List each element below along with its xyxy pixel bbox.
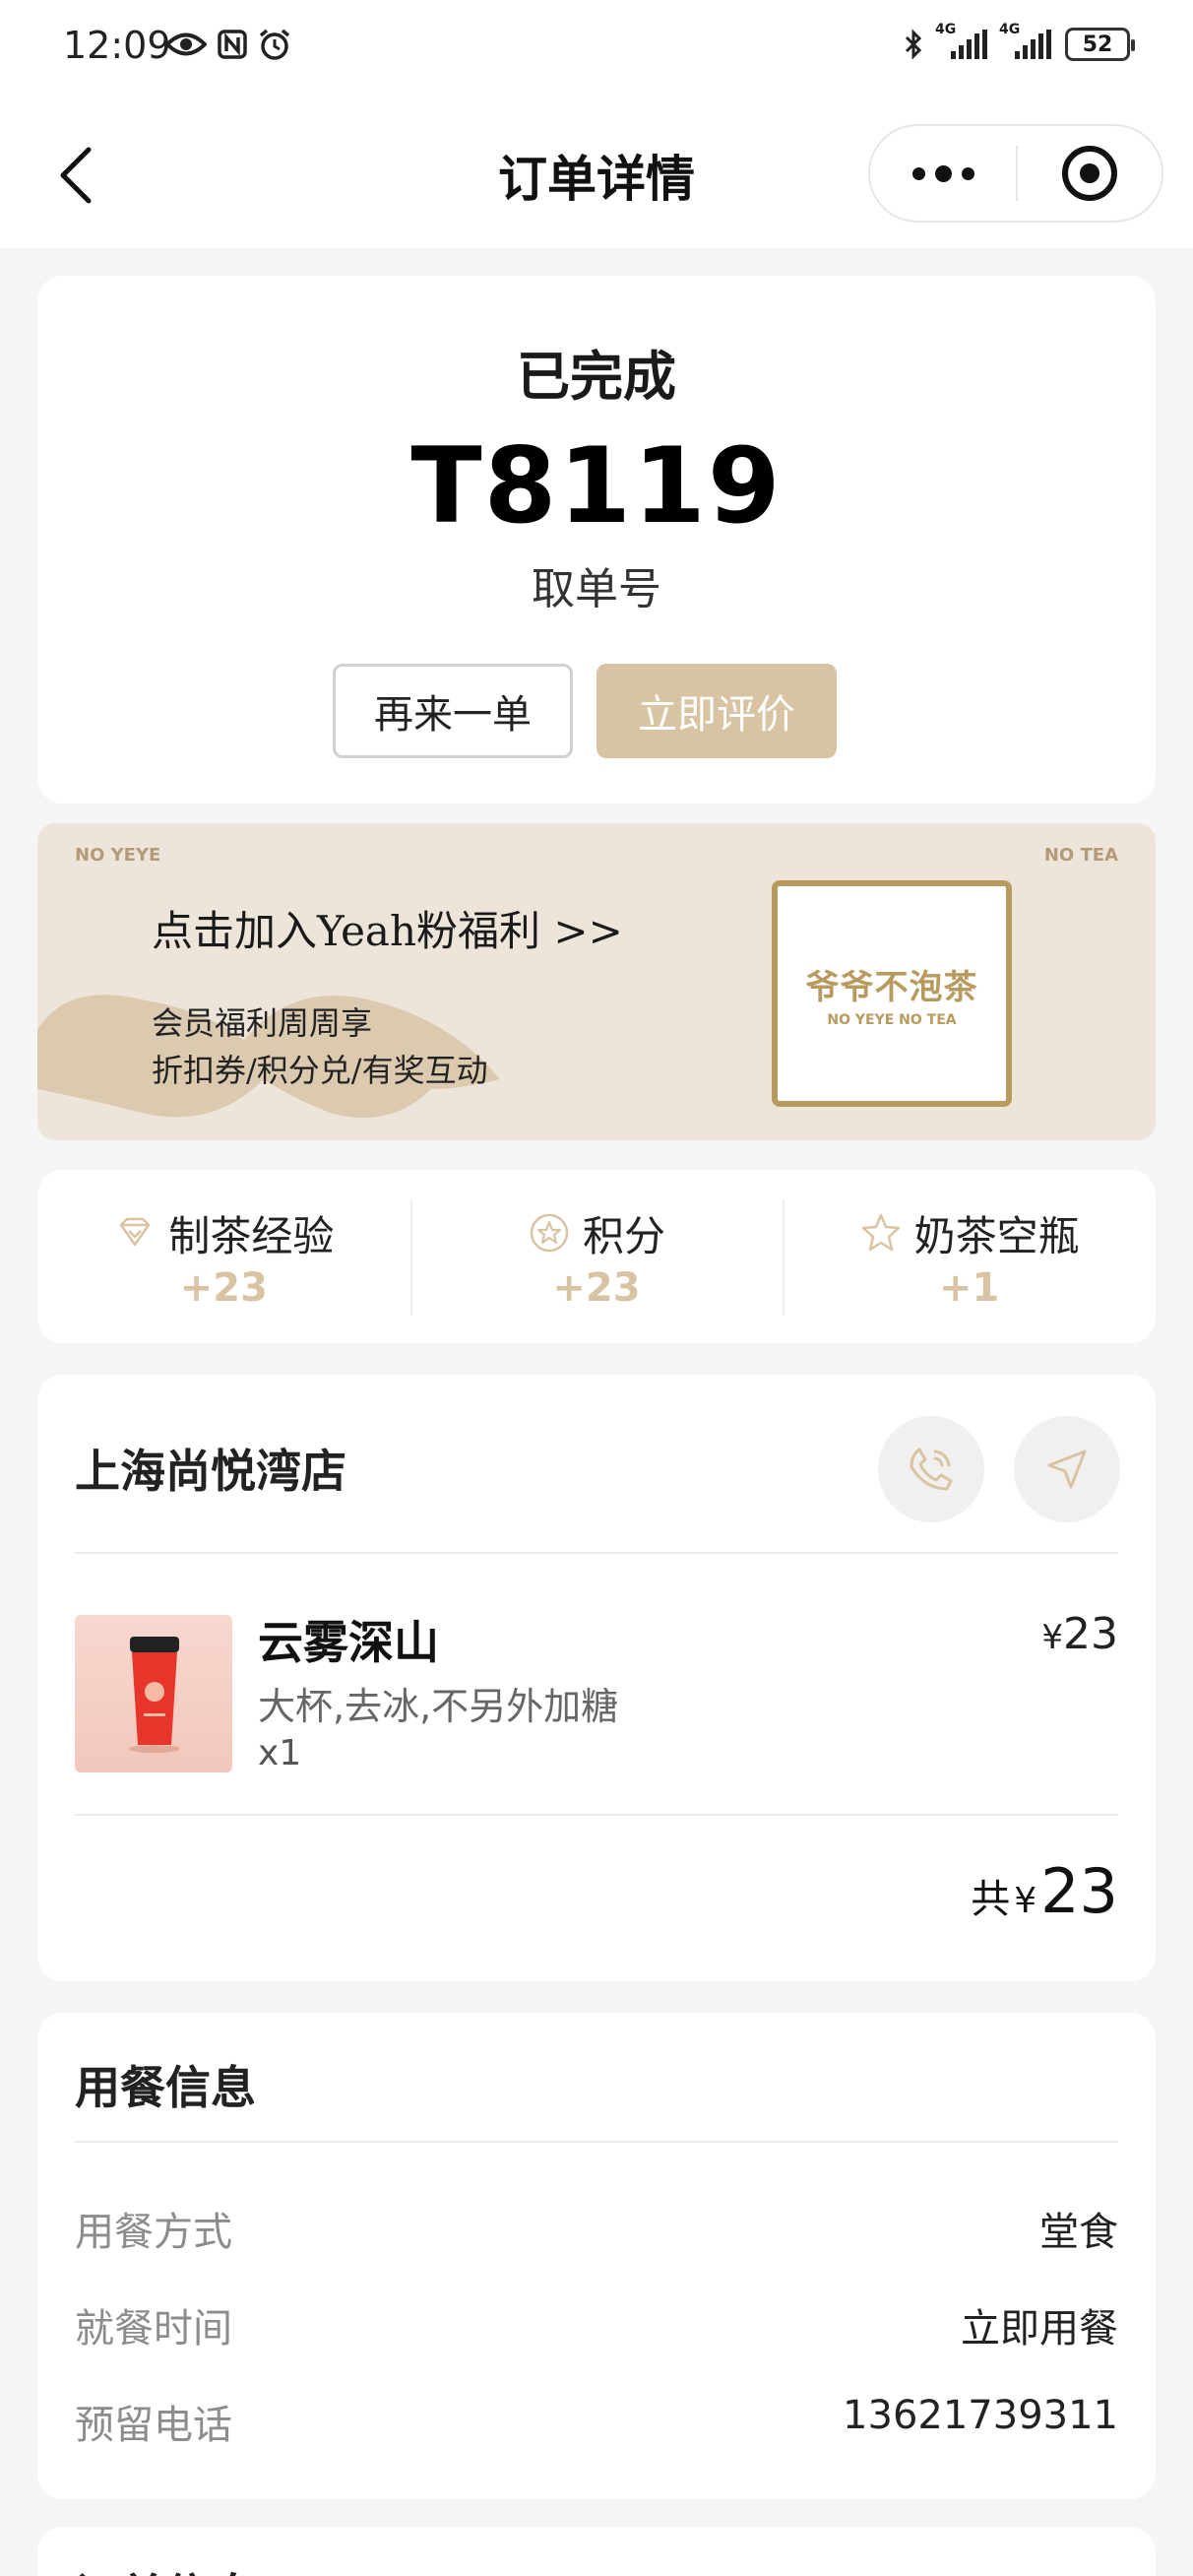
reward-value: +23 (552, 1264, 641, 1311)
diamond-icon (120, 1217, 151, 1247)
info-key: 就餐时间 (75, 2306, 232, 2351)
reward-label: 积分 (583, 1211, 666, 1260)
star-icon (861, 1213, 900, 1252)
rewards-card: 制茶经验 +23 积分 +23 奶茶空瓶 +1 (37, 1170, 1156, 1343)
status-bar: 12:09 4G 4G 52 (0, 0, 1193, 98)
brand-logo-cn: 爷爷不泡茶 (805, 967, 978, 1007)
reorder-button[interactable]: 再来一单 (333, 664, 573, 758)
section-title: 订单信息 (75, 2560, 256, 2576)
info-value: 堂食 (1039, 2210, 1118, 2255)
brand-logo-en: NO YEYE NO TEA (827, 1011, 957, 1028)
star-badge-icon (530, 1213, 569, 1253)
reward-value: +23 (179, 1264, 268, 1311)
info-row-dining-time: 就餐时间 立即用餐 (75, 2296, 1118, 2353)
bluetooth-icon (905, 29, 922, 60)
status-left-icons (165, 28, 291, 61)
currency-symbol: ¥ (1041, 1618, 1063, 1657)
order-total: 共 ¥ 23 (971, 1855, 1118, 1927)
membership-banner[interactable]: NO YEYE NO TEA 点击加入Yeah粉福利 >> 会员福利周周享 折扣… (37, 823, 1156, 1140)
mini-program-capsule (868, 124, 1163, 223)
section-title: 用餐信息 (75, 2061, 256, 2114)
battery-icon: 52 (1065, 28, 1135, 61)
nfc-icon (218, 30, 247, 59)
info-key: 预留电话 (75, 2403, 232, 2448)
dining-info-card: 用餐信息 用餐方式 堂食 就餐时间 立即用餐 预留电话 13621739311 (37, 2013, 1156, 2499)
banner-headline: 点击加入Yeah粉福利 >> (152, 907, 623, 955)
reward-points: 积分 +23 (409, 1170, 784, 1343)
phone-icon (910, 1448, 953, 1491)
network-label: 4G (999, 22, 1021, 37)
network-label: 4G (935, 22, 957, 37)
info-key: 用餐方式 (75, 2210, 232, 2255)
review-button[interactable]: 立即评价 (596, 664, 837, 758)
order-status: 已完成 (517, 346, 676, 408)
alarm-icon (259, 29, 290, 60)
reward-bottles: 奶茶空瓶 +1 (783, 1170, 1156, 1343)
brand-logo: 爷爷不泡茶 NO YEYE NO TEA (772, 880, 1012, 1107)
product-cup-image (75, 1615, 232, 1772)
pickup-number: T8119 (410, 425, 783, 547)
status-time: 12:09 (63, 24, 171, 67)
store-order-card: 上海尚悦湾店 云雾深山 大杯,去冰,不另外加糖 x1 ¥23 共 ¥ 23 (37, 1375, 1156, 1981)
call-store-button[interactable] (878, 1416, 984, 1522)
product-quantity: x1 (258, 1733, 302, 1773)
total-label: 共 (971, 1877, 1011, 1922)
more-icon[interactable] (870, 126, 1016, 221)
navigation-icon (1047, 1449, 1087, 1489)
reward-value: +1 (939, 1264, 1000, 1311)
product-name: 云雾深山 (258, 1616, 439, 1669)
info-value: 立即用餐 (961, 2306, 1118, 2351)
info-row-dining-mode: 用餐方式 堂食 (75, 2200, 1118, 2257)
eye-icon (165, 32, 207, 56)
order-info-card: 订单信息 (37, 2527, 1156, 2576)
signal-icon: 4G (935, 22, 987, 59)
banner-tag-left: NO YEYE (75, 845, 161, 866)
store-name: 上海尚悦湾店 (75, 1445, 346, 1498)
currency-symbol: ¥ (1014, 1881, 1037, 1921)
product-price-value: 23 (1063, 1609, 1118, 1659)
divider (75, 1552, 1118, 1554)
signal-icon: 4G (999, 22, 1051, 59)
reward-label: 制茶经验 (168, 1211, 335, 1260)
navigate-store-button[interactable] (1014, 1416, 1120, 1522)
status-right-icons: 4G 4G 52 (904, 22, 1135, 61)
info-value: 13621739311 (843, 2393, 1118, 2438)
divider (75, 2141, 1118, 2143)
banner-subtext: 会员福利周周享 (152, 1004, 373, 1042)
nav-bar: 订单详情 (0, 98, 1193, 248)
total-amount: 23 (1040, 1855, 1118, 1927)
reward-label: 奶茶空瓶 (913, 1211, 1080, 1260)
order-status-card: 已完成 T8119 取单号 再来一单 立即评价 (37, 276, 1156, 804)
pickup-label: 取单号 (532, 564, 661, 614)
target-icon[interactable] (1018, 146, 1162, 201)
divider (75, 1814, 1118, 1816)
banner-subtext: 折扣券/积分兑/有奖互动 (152, 1052, 488, 1089)
reward-experience: 制茶经验 +23 (37, 1170, 410, 1343)
product-price: ¥23 (1041, 1609, 1118, 1659)
banner-tag-right: NO TEA (1043, 845, 1118, 866)
product-image (75, 1615, 232, 1772)
battery-level: 52 (1082, 32, 1113, 57)
product-spec: 大杯,去冰,不另外加糖 (258, 1685, 619, 1728)
info-row-phone: 预留电话 13621739311 (75, 2393, 1118, 2450)
